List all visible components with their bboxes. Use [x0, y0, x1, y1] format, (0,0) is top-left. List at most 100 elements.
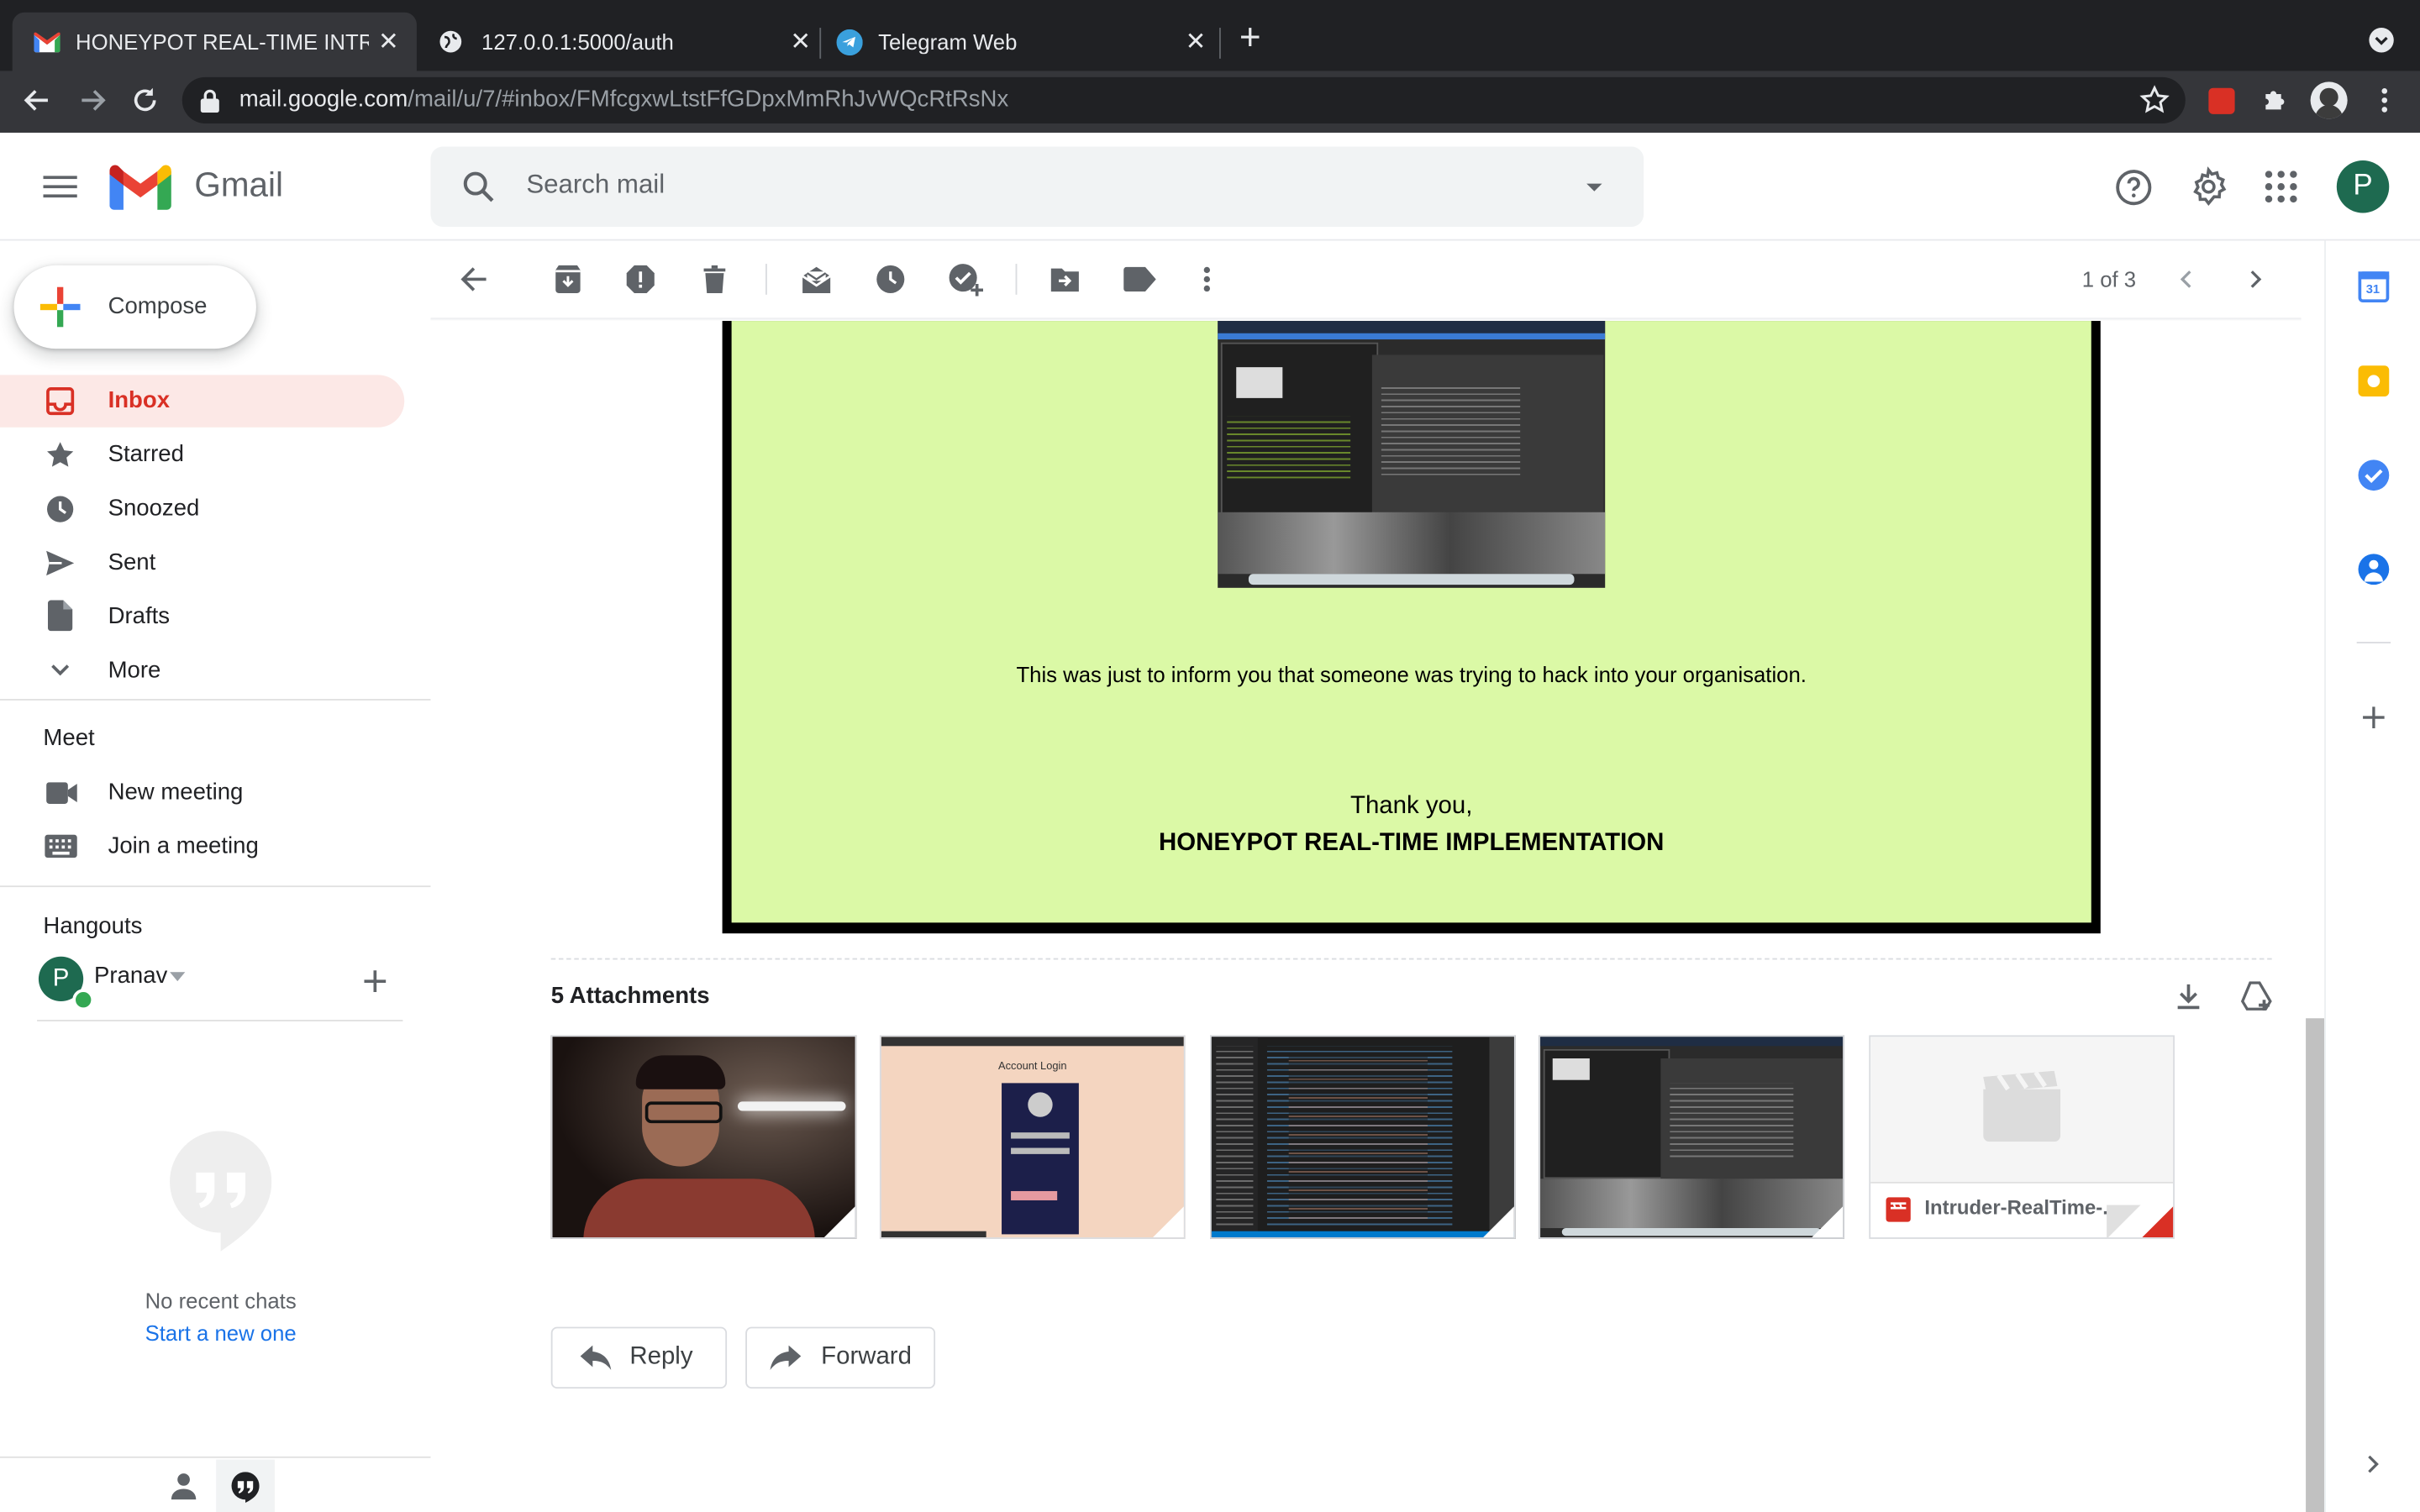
- get-addons-plus-icon[interactable]: [2363, 706, 2385, 728]
- sidebar-item-label: Starred: [108, 441, 184, 468]
- back-to-inbox-icon[interactable]: [459, 264, 490, 295]
- browser-tab-gmail[interactable]: HONEYPOT REAL-TIME INTRU ✕: [12, 12, 417, 71]
- forward-arrow-icon: [770, 1345, 802, 1371]
- side-panel-divider: [2356, 642, 2391, 643]
- tab-title: 127.0.0.1:5000/auth: [481, 29, 674, 55]
- tab-title: HONEYPOT REAL-TIME INTRU: [76, 29, 369, 55]
- contacts-icon[interactable]: [2358, 554, 2390, 585]
- move-to-icon[interactable]: [1050, 264, 1082, 295]
- keep-icon[interactable]: [2358, 365, 2390, 397]
- check-icon: [2365, 469, 2383, 484]
- search-options-icon[interactable]: [1582, 176, 1607, 197]
- reply-button[interactable]: Reply: [550, 1326, 728, 1389]
- attachment-login-page[interactable]: Account Login: [879, 1035, 1186, 1239]
- chrome-menu-icon[interactable]: [2369, 85, 2400, 116]
- tasks-icon[interactable]: [2358, 459, 2390, 491]
- url-text[interactable]: mail.google.com/mail/u/7/#inbox/FMfcgxwL…: [239, 85, 1009, 116]
- video-camera-icon: [46, 782, 77, 804]
- reload-icon[interactable]: [129, 85, 160, 116]
- snooze-clock-icon[interactable]: [875, 264, 906, 295]
- contacts-person-icon[interactable]: [170, 1472, 197, 1500]
- add-chat-icon[interactable]: [363, 969, 387, 993]
- add-to-tasks-icon[interactable]: [948, 262, 985, 297]
- back-arrow-icon[interactable]: [22, 85, 53, 116]
- label-tag-icon[interactable]: [1123, 266, 1156, 292]
- hangouts-section-title: Hangouts: [43, 913, 143, 940]
- keyboard-icon: [45, 834, 77, 858]
- login-page-caption: Account Login: [998, 1061, 1067, 1073]
- search-input[interactable]: Search mail: [526, 170, 665, 201]
- attachments-divider: [550, 958, 2272, 960]
- attachment-video-file[interactable]: Intruder-RealTime-...: [1869, 1035, 2175, 1239]
- new-meeting-link[interactable]: New meeting: [108, 778, 244, 809]
- gmail-logo-icon[interactable]: [109, 165, 171, 212]
- page-curl: [2140, 1205, 2174, 1238]
- close-tab-icon[interactable]: ✕: [378, 26, 399, 57]
- inbox-icon: [46, 387, 75, 416]
- forward-button[interactable]: Forward: [745, 1326, 936, 1389]
- email-thanks: Thank you,: [1349, 793, 1473, 820]
- sidebar-item-label: More: [108, 657, 161, 684]
- gmail-brand: Gmail: [194, 165, 283, 204]
- save-to-drive-icon[interactable]: [2239, 981, 2273, 1012]
- side-panel: [2324, 240, 2420, 1512]
- toolbar-divider: [1015, 264, 1018, 295]
- status-dropdown-icon[interactable]: [170, 972, 186, 982]
- newer-chevron-icon[interactable]: [2175, 267, 2199, 291]
- clock-icon: [47, 496, 74, 522]
- reply-label: Reply: [629, 1343, 693, 1371]
- close-tab-icon[interactable]: ✕: [1186, 26, 1207, 57]
- embedded-screenshot-image: [1218, 321, 1606, 588]
- main-menu-icon[interactable]: [43, 171, 77, 202]
- main-scrollbar-thumb[interactable]: [2306, 1018, 2325, 1512]
- tab-search-button[interactable]: [2369, 28, 2394, 53]
- browser-tab-telegram[interactable]: Telegram Web ✕: [821, 13, 1219, 71]
- attachment-webcam-photo[interactable]: [550, 1035, 857, 1239]
- new-tab-icon[interactable]: +: [1239, 19, 1261, 57]
- hangouts-quote-icon: [231, 1472, 260, 1503]
- mark-unread-icon[interactable]: [799, 262, 833, 296]
- older-chevron-icon[interactable]: [2243, 267, 2267, 291]
- attachment-desktop-screenshot[interactable]: [1539, 1035, 1844, 1239]
- report-spam-icon[interactable]: [625, 264, 656, 295]
- expand-panel-chevron-icon[interactable]: [2363, 1453, 2385, 1475]
- page-curl: [822, 1205, 855, 1238]
- telegram-icon: [836, 28, 863, 55]
- reply-arrow-icon: [580, 1345, 612, 1371]
- lock-icon: [200, 89, 219, 113]
- star-icon: [47, 442, 74, 467]
- help-icon[interactable]: [2114, 168, 2153, 207]
- apps-grid-icon[interactable]: [2264, 170, 2297, 203]
- join-meeting-link[interactable]: Join a meeting: [108, 832, 259, 863]
- more-options-icon[interactable]: [1192, 264, 1223, 295]
- url-host: mail.google.com: [239, 86, 408, 113]
- bookmark-star-icon[interactable]: [2139, 85, 2170, 116]
- forward-label: Forward: [821, 1343, 912, 1371]
- close-tab-icon[interactable]: ✕: [790, 26, 811, 57]
- download-all-icon[interactable]: [2173, 981, 2204, 1012]
- profile-avatar[interactable]: [2310, 81, 2348, 119]
- settings-gear-icon[interactable]: [2188, 166, 2228, 207]
- sidebar-item-label: Inbox: [108, 387, 171, 414]
- email-message: This was just to inform you that someone…: [1016, 661, 1807, 687]
- sidebar-item-label: Snoozed: [108, 495, 200, 522]
- account-avatar[interactable]: P: [2336, 160, 2390, 213]
- attachment-code-editor[interactable]: [1210, 1035, 1516, 1239]
- search-icon[interactable]: [460, 168, 497, 205]
- chat-bubble-icon: [170, 1131, 272, 1252]
- start-chat-link[interactable]: Start a new one: [0, 1320, 441, 1345]
- extension-icon[interactable]: [2208, 87, 2235, 114]
- no-chats-text: No recent chats: [145, 1288, 297, 1314]
- tab-title: Telegram Web: [878, 29, 1018, 55]
- forward-arrow-icon[interactable]: [77, 85, 108, 116]
- delete-trash-icon[interactable]: [699, 264, 730, 295]
- video-file-icon: [1886, 1197, 1911, 1222]
- browser-tab-auth[interactable]: 127.0.0.1:5000/auth ✕: [420, 13, 818, 71]
- hangouts-user-name[interactable]: Pranav: [94, 963, 167, 989]
- meet-section-title: Meet: [43, 725, 95, 752]
- calendar-icon[interactable]: 31: [2358, 271, 2390, 302]
- archive-icon[interactable]: [553, 264, 584, 295]
- puzzle-icon[interactable]: [2260, 85, 2291, 116]
- online-status-dot: [72, 989, 95, 1011]
- sidebar-divider: [0, 885, 431, 888]
